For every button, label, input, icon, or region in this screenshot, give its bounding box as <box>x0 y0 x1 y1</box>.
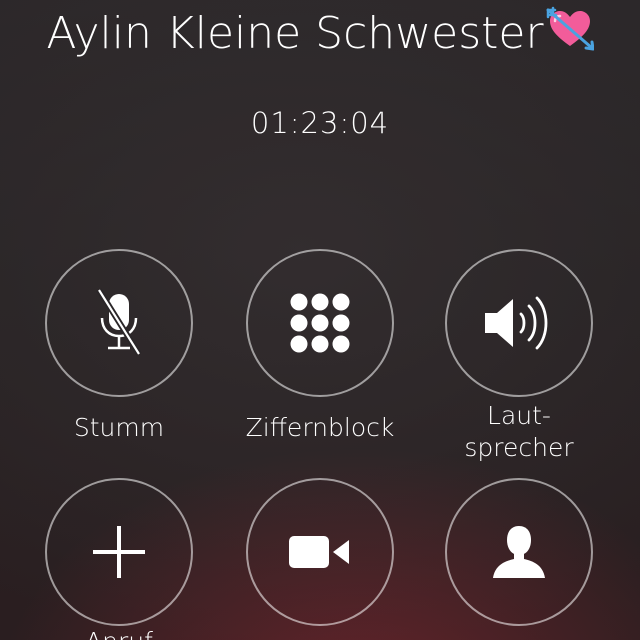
speaker-label-line1: Laut- <box>487 401 551 430</box>
contacts-button[interactable] <box>445 478 593 626</box>
call-duration: 01:23:04 <box>250 106 390 140</box>
video-camera-icon <box>289 536 349 568</box>
caller-name-row: Aylin Kleine Schwester <box>0 6 640 59</box>
keypad-button[interactable] <box>246 249 394 397</box>
contact-silhouette-icon <box>493 526 545 578</box>
speaker-button[interactable] <box>445 249 593 397</box>
heart-with-arrow-icon <box>546 6 594 51</box>
speaker-icon <box>485 296 548 350</box>
mute-button[interactable] <box>45 249 193 397</box>
add-call-button[interactable] <box>45 478 193 626</box>
keypad-icon <box>290 293 350 353</box>
facetime-button[interactable] <box>246 478 394 626</box>
add-call-label: Anruf <box>19 626 219 640</box>
microphone-muted-icon <box>96 288 142 356</box>
speaker-label-line2: sprecher <box>464 433 574 462</box>
plus-icon <box>93 526 145 578</box>
caller-name: Aylin Kleine Schwester <box>46 8 544 59</box>
speaker-label: Laut- sprecher <box>419 400 619 464</box>
mute-label: Stumm <box>73 413 165 442</box>
keypad-label: Ziffernblock <box>245 413 395 442</box>
